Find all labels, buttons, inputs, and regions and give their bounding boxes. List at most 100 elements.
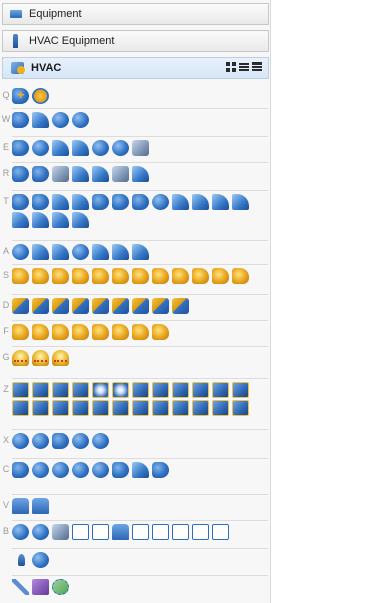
duct-tool-icon[interactable]: [32, 166, 49, 182]
yel-tool-icon[interactable]: [52, 324, 69, 340]
duct-tool-icon[interactable]: [12, 166, 29, 182]
sqr-tool-icon[interactable]: [152, 382, 169, 398]
grey-tool-icon[interactable]: [52, 524, 69, 540]
outline-tool-icon[interactable]: [132, 524, 149, 540]
elbow-tool-icon[interactable]: [132, 166, 149, 182]
round-tool-icon[interactable]: [92, 462, 109, 478]
elbow-tool-icon[interactable]: [232, 194, 249, 210]
elbow-tool-icon[interactable]: [12, 212, 29, 228]
wrench-tool-icon[interactable]: [12, 579, 29, 595]
yel-tool-icon[interactable]: [72, 268, 89, 284]
elbow-tool-icon[interactable]: [72, 140, 89, 156]
yel-tool-icon[interactable]: [152, 268, 169, 284]
flex-tool-icon[interactable]: [72, 112, 89, 128]
outline-tool-icon[interactable]: [172, 524, 189, 540]
sqr-tool-icon[interactable]: [132, 382, 149, 398]
round-tool-icon[interactable]: [72, 462, 89, 478]
round-tool-icon[interactable]: [12, 524, 29, 540]
elbow-tool-icon[interactable]: [32, 112, 49, 128]
fan-tool-icon[interactable]: [52, 350, 69, 366]
yel-tool-icon[interactable]: [52, 268, 69, 284]
yelb-tool-icon[interactable]: [92, 298, 109, 314]
round-tool-icon[interactable]: [92, 140, 109, 156]
round-tool-icon[interactable]: [52, 462, 69, 478]
yelb-tool-icon[interactable]: [172, 298, 189, 314]
yel-tool-icon[interactable]: [232, 268, 249, 284]
round-tool-icon[interactable]: [72, 433, 89, 449]
fan-tool-icon[interactable]: [12, 350, 29, 366]
list-view-icon[interactable]: [239, 62, 249, 72]
round-tool-icon[interactable]: [32, 552, 49, 568]
outline-tool-icon[interactable]: [192, 524, 209, 540]
duct-tool-icon[interactable]: [32, 194, 49, 210]
elbow-tool-icon[interactable]: [192, 194, 209, 210]
elbow-tool-icon[interactable]: [72, 166, 89, 182]
round-tool-icon[interactable]: [152, 194, 169, 210]
sqrw-tool-icon[interactable]: [112, 382, 129, 398]
yelb-tool-icon[interactable]: [132, 298, 149, 314]
large-icons-view-icon[interactable]: [226, 62, 236, 72]
sqr-tool-icon[interactable]: [52, 400, 69, 416]
yelb-tool-icon[interactable]: [112, 298, 129, 314]
round-tool-icon[interactable]: [32, 462, 49, 478]
elbow-tool-icon[interactable]: [52, 140, 69, 156]
hvac-equipment-header[interactable]: HVAC Equipment: [2, 30, 269, 52]
round-tool-icon[interactable]: [72, 244, 89, 260]
yel-tool-icon[interactable]: [32, 268, 49, 284]
outline-tool-icon[interactable]: [212, 524, 229, 540]
sqr-tool-icon[interactable]: [72, 400, 89, 416]
duct-tool-icon[interactable]: [12, 112, 29, 128]
round-tool-icon[interactable]: [32, 433, 49, 449]
stand-tool-icon[interactable]: [112, 524, 129, 540]
sqr-tool-icon[interactable]: [112, 400, 129, 416]
sqr-tool-icon[interactable]: [192, 382, 209, 398]
elbow-tool-icon[interactable]: [72, 212, 89, 228]
fan-tool-icon[interactable]: [32, 350, 49, 366]
yelb-tool-icon[interactable]: [32, 298, 49, 314]
duct-tool-icon[interactable]: [12, 462, 29, 478]
duct-tool-icon[interactable]: [112, 194, 129, 210]
outline-tool-icon[interactable]: [152, 524, 169, 540]
sqr-tool-icon[interactable]: [212, 382, 229, 398]
elbow-tool-icon[interactable]: [72, 194, 89, 210]
sqr-tool-icon[interactable]: [12, 400, 29, 416]
sqr-tool-icon[interactable]: [192, 400, 209, 416]
yelb-tool-icon[interactable]: [72, 298, 89, 314]
duct-tool-icon[interactable]: [12, 140, 29, 156]
sqr-tool-icon[interactable]: [72, 382, 89, 398]
duct-tool-icon[interactable]: [132, 194, 149, 210]
yelb-tool-icon[interactable]: [12, 298, 29, 314]
elbow-tool-icon[interactable]: [32, 212, 49, 228]
sqr-tool-icon[interactable]: [12, 382, 29, 398]
yelb-tool-icon[interactable]: [152, 298, 169, 314]
yel-tool-icon[interactable]: [152, 324, 169, 340]
details-view-icon[interactable]: [252, 62, 262, 72]
yel-tool-icon[interactable]: [192, 268, 209, 284]
yel-tool-icon[interactable]: [112, 324, 129, 340]
elbow-tool-icon[interactable]: [92, 244, 109, 260]
elbow-tool-icon[interactable]: [52, 244, 69, 260]
duct-tool-icon[interactable]: [152, 462, 169, 478]
flame-tool-icon[interactable]: [12, 552, 29, 568]
duct-tool-icon[interactable]: [52, 433, 69, 449]
yel-tool-icon[interactable]: [92, 324, 109, 340]
gear-tool-icon[interactable]: [32, 88, 49, 104]
sqr-tool-icon[interactable]: [32, 400, 49, 416]
yel-tool-icon[interactable]: [32, 324, 49, 340]
yel-tool-icon[interactable]: [72, 324, 89, 340]
equipment-header[interactable]: Equipment: [2, 3, 269, 25]
sqr-tool-icon[interactable]: [232, 400, 249, 416]
grey-tool-icon[interactable]: [132, 140, 149, 156]
duct-plus-tool-icon[interactable]: [12, 87, 29, 104]
elbow-tool-icon[interactable]: [212, 194, 229, 210]
elbow-tool-icon[interactable]: [172, 194, 189, 210]
hvac-header[interactable]: HVAC: [2, 57, 269, 79]
sqrw-tool-icon[interactable]: [92, 382, 109, 398]
tag-tool-icon[interactable]: [52, 579, 69, 595]
yel-tool-icon[interactable]: [12, 324, 29, 340]
round-tool-icon[interactable]: [32, 524, 49, 540]
yelb-tool-icon[interactable]: [52, 298, 69, 314]
round-tool-icon[interactable]: [92, 433, 109, 449]
elbow-tool-icon[interactable]: [132, 462, 149, 478]
round-tool-icon[interactable]: [52, 112, 69, 128]
